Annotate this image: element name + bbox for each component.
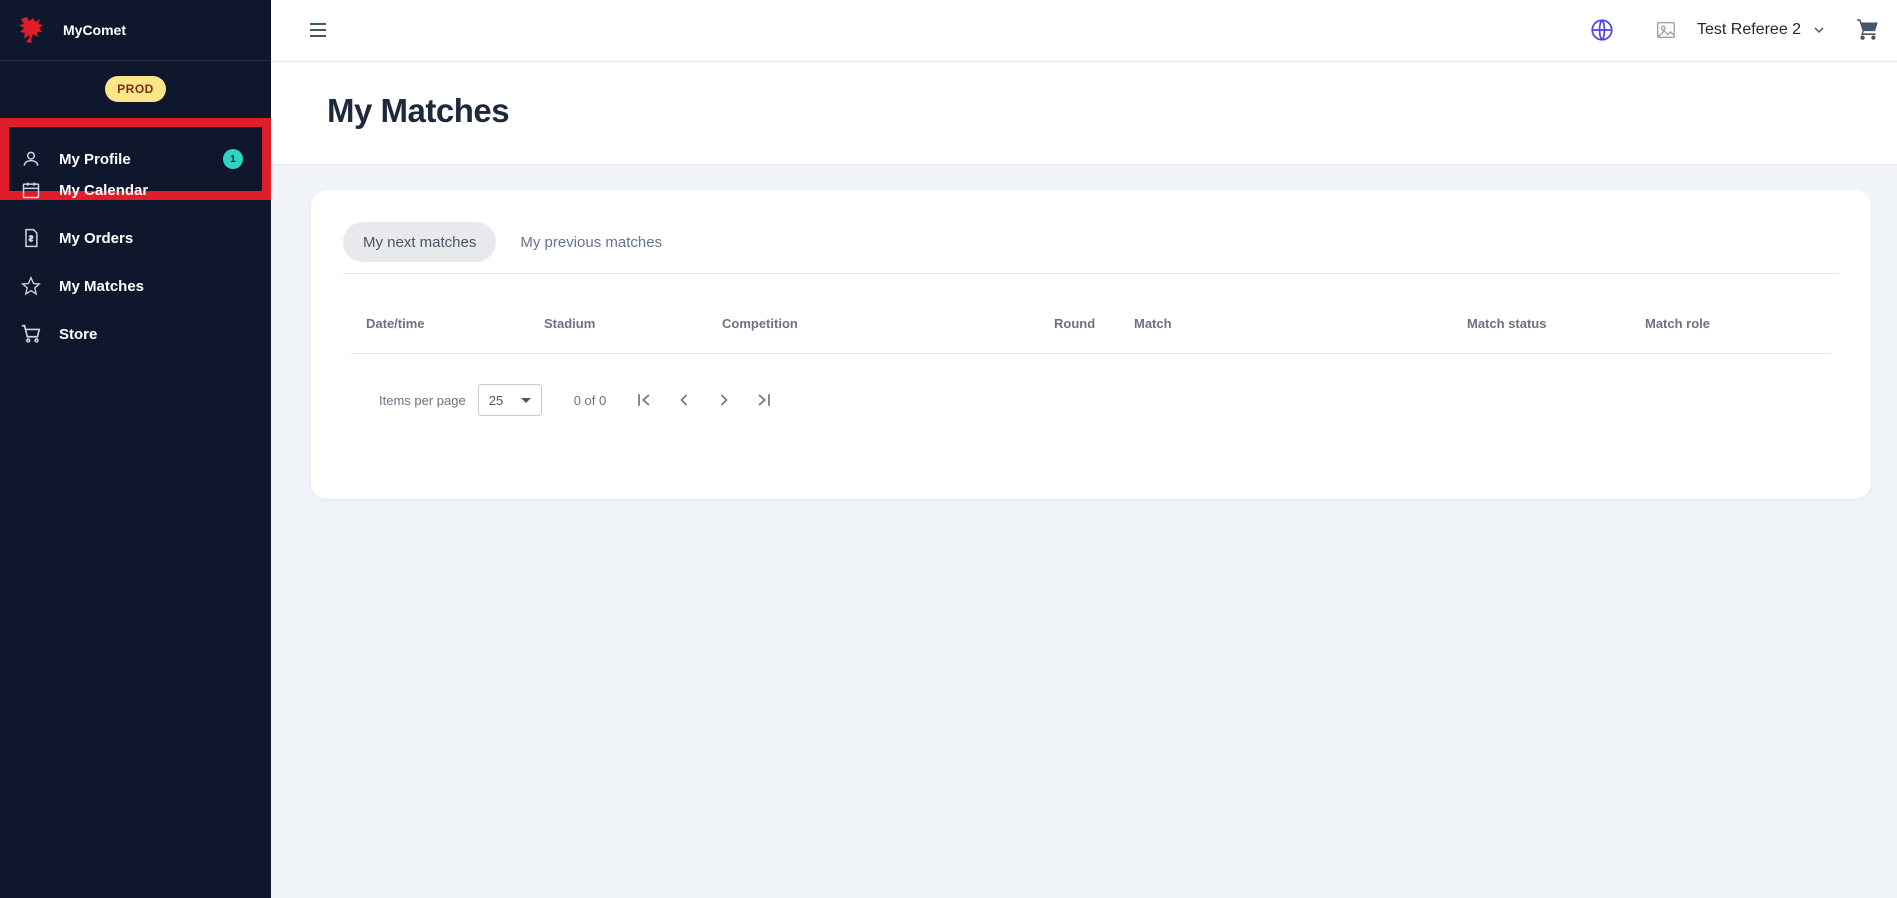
sidebar-item-label: My Profile <box>59 150 131 168</box>
sidebar-item-label: Store <box>59 325 98 343</box>
user-name: Test Referee 2 <box>1697 21 1802 38</box>
sidebar-item-store[interactable]: Store <box>0 310 271 358</box>
brand[interactable]: MyComet <box>0 0 271 61</box>
cart-icon <box>20 323 42 345</box>
paginator: Items per page 25 0 of 0 <box>379 384 776 416</box>
tab-my-previous-matches[interactable]: My previous matches <box>500 222 682 262</box>
column-header-competition[interactable]: Competition <box>722 316 798 331</box>
sidebar-item-my-matches[interactable]: My Matches <box>0 262 271 310</box>
sidebar-item-my-orders[interactable]: My Orders <box>0 214 271 262</box>
environment-badge: PROD <box>105 76 166 102</box>
dragon-logo-icon[interactable] <box>18 15 46 45</box>
dropdown-caret-icon <box>520 397 531 403</box>
sidebar: MyComet PROD My Profile 1 My Calendar My… <box>0 0 271 898</box>
next-page-icon[interactable] <box>712 388 736 412</box>
sidebar-item-label: My Matches <box>59 277 145 295</box>
column-header-date-time[interactable]: Date/time <box>366 316 425 331</box>
sidebar-item-label: My Orders <box>59 229 134 247</box>
table-header-row: Date/time Stadium Competition Round Matc… <box>351 286 1831 354</box>
page-header: My Matches <box>271 62 1897 165</box>
items-per-page-value: 25 <box>488 392 504 408</box>
page-title: My Matches <box>327 92 510 129</box>
user-menu[interactable]: Test Referee 2 <box>1655 14 1827 46</box>
column-header-match-status[interactable]: Match status <box>1467 316 1546 331</box>
invoice-icon <box>20 227 42 249</box>
items-per-page-select[interactable]: 25 <box>477 384 542 416</box>
calendar-icon <box>20 179 42 201</box>
brand-name: MyComet <box>63 22 127 38</box>
column-header-stadium[interactable]: Stadium <box>544 316 595 331</box>
chevron-down-icon <box>1811 22 1827 38</box>
page-range-label: 0 of 0 <box>573 392 607 408</box>
sidebar-item-label: My Calendar <box>59 181 149 199</box>
image-placeholder-icon <box>1655 19 1677 41</box>
column-header-match-role[interactable]: Match role <box>1645 316 1710 331</box>
topbar: Test Referee 2 <box>271 0 1897 62</box>
sidebar-nav: My Profile 1 My Calendar My Orders My Ma… <box>0 118 271 358</box>
globe-icon[interactable] <box>1589 17 1615 43</box>
hamburger-icon[interactable] <box>306 18 330 42</box>
last-page-icon[interactable] <box>752 388 776 412</box>
column-header-round[interactable]: Round <box>1054 316 1095 331</box>
tabs: My next matches My previous matches <box>343 222 1839 274</box>
items-per-page-label: Items per page <box>379 392 466 408</box>
sidebar-item-my-calendar[interactable]: My Calendar <box>0 166 271 214</box>
environment-wrap: PROD <box>0 61 271 117</box>
previous-page-icon[interactable] <box>672 388 696 412</box>
column-header-match[interactable]: Match <box>1134 316 1172 331</box>
shopping-cart-icon[interactable] <box>1855 16 1881 42</box>
first-page-icon[interactable] <box>632 388 656 412</box>
star-icon <box>20 275 42 297</box>
matches-card: My next matches My previous matches Date… <box>311 190 1871 499</box>
tab-my-next-matches[interactable]: My next matches <box>343 222 497 262</box>
